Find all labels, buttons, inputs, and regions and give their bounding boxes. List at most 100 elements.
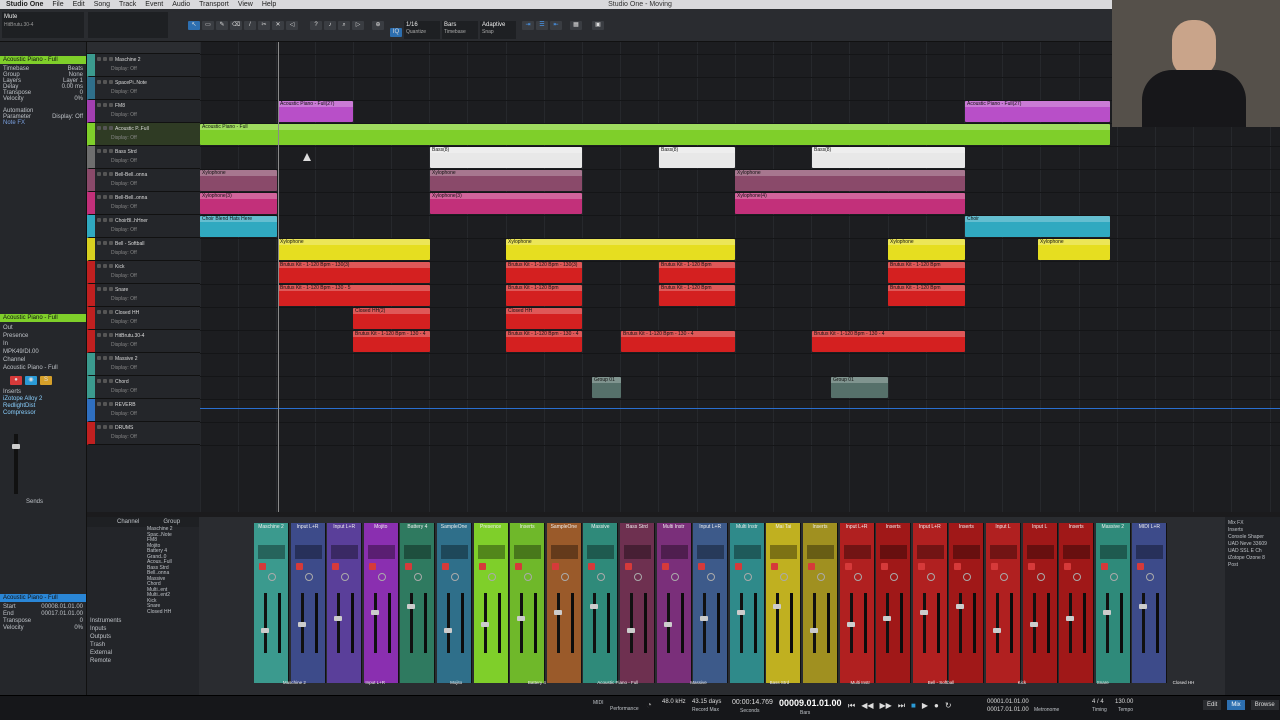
channel-knobs[interactable] — [477, 545, 505, 559]
play-tool-icon[interactable]: ▷ — [352, 21, 364, 30]
solo-button[interactable] — [103, 218, 107, 222]
fader-cap[interactable] — [773, 604, 782, 609]
solo-button[interactable] — [103, 241, 107, 245]
pan-knob[interactable] — [926, 573, 935, 581]
record-button[interactable] — [109, 241, 113, 245]
bend-tool-icon[interactable]: ◁ — [286, 21, 298, 30]
fader-cap[interactable] — [736, 610, 745, 615]
monitor-button[interactable]: ◉ — [25, 376, 37, 385]
mute-button[interactable] — [954, 563, 962, 570]
fader-cap[interactable] — [846, 622, 855, 627]
track-display-mode[interactable]: Display: Off — [111, 319, 137, 325]
event-value[interactable]: 0% — [74, 625, 83, 632]
solo-button[interactable] — [103, 57, 107, 61]
arrangement-clip[interactable]: Brutus Kit - 1-120 Bpm — [888, 262, 965, 283]
record-button[interactable] — [109, 310, 113, 314]
channel-knobs[interactable] — [1026, 545, 1054, 559]
mix-fx-item[interactable]: UAD SSL E Ch — [1228, 548, 1277, 555]
channel-knobs[interactable] — [880, 545, 908, 559]
fader-cap[interactable] — [1029, 622, 1038, 627]
solo-button[interactable] — [103, 195, 107, 199]
pan-knob[interactable] — [963, 573, 972, 581]
channel-knobs[interactable] — [733, 545, 761, 559]
channel-fader[interactable] — [813, 593, 816, 653]
track-display-mode[interactable]: Display: Off — [111, 135, 137, 141]
mute-button[interactable] — [1064, 563, 1072, 570]
fader-cap[interactable] — [883, 616, 892, 621]
arrangement-clip[interactable]: Choir — [965, 216, 1110, 237]
channel-fader[interactable] — [410, 593, 414, 653]
channel-fader[interactable] — [264, 593, 267, 653]
arrangement-clip[interactable]: Brutus Kit - 1-120 Bpm — [659, 262, 735, 283]
mute-button[interactable] — [97, 379, 101, 383]
track-display-mode[interactable]: Display: Off — [111, 296, 137, 302]
solo-button[interactable] — [103, 333, 107, 337]
arrangement-clip[interactable]: Choir Blend Hats Here — [200, 216, 277, 237]
track-header[interactable]: REVERB Display: Off — [87, 399, 200, 422]
arrangement-clip[interactable]: Brutus Kit - 1-120 Bpm - 130 - 4 — [353, 331, 430, 352]
channel-knobs[interactable] — [514, 545, 542, 559]
solo-button[interactable] — [103, 310, 107, 314]
channel-knobs[interactable] — [1063, 545, 1091, 559]
mix-fx-item[interactable]: Post — [1228, 562, 1277, 569]
solo-button[interactable] — [103, 356, 107, 360]
mute-button[interactable] — [478, 563, 486, 570]
track-header[interactable]: SpacePi..Note Display: Off — [87, 77, 200, 100]
pan-knob[interactable] — [1000, 573, 1008, 581]
channel-fader[interactable] — [886, 593, 890, 653]
channel-knobs[interactable] — [624, 545, 651, 559]
channel-fader[interactable] — [996, 593, 999, 653]
track-display-mode[interactable]: Display: Off — [111, 89, 137, 95]
channel-fader[interactable] — [922, 593, 926, 653]
track-header[interactable]: ChoirBl..hHner Display: Off — [87, 215, 200, 238]
record-button[interactable] — [109, 80, 113, 84]
fader-cap[interactable] — [1139, 604, 1148, 609]
channel-fader[interactable] — [1069, 593, 1073, 653]
pan-knob[interactable] — [707, 573, 716, 581]
channel-knobs[interactable] — [843, 545, 871, 559]
solo-button[interactable] — [103, 172, 107, 176]
mute-button[interactable] — [515, 563, 523, 570]
pan-knob[interactable] — [817, 573, 825, 581]
mute-button[interactable] — [881, 563, 889, 570]
arrangement-clip[interactable]: Bass(8) — [430, 147, 582, 168]
channel-knobs[interactable] — [331, 545, 359, 559]
forward-end-icon[interactable]: ⏭ — [898, 701, 905, 711]
fader-cap[interactable] — [480, 622, 489, 627]
right-locator[interactable]: 00017.01.01.00 — [987, 707, 1029, 713]
track-header[interactable]: Acoustic P..Full Display: Off — [87, 123, 200, 146]
solo-button[interactable] — [103, 264, 107, 268]
track-display-mode[interactable]: Display: Off — [111, 66, 137, 72]
arrangement-clip[interactable]: Brutus Kit - 1-120 Bpm — [659, 285, 735, 306]
fader-cap[interactable] — [919, 610, 928, 615]
mute-button[interactable] — [97, 241, 101, 245]
arrangement-clip[interactable]: Group 01 — [592, 377, 621, 398]
arrangement-clip[interactable]: Acoustic Piano - Full — [200, 124, 1110, 145]
fader-cap[interactable] — [810, 628, 818, 633]
metronome-label[interactable]: Metronome — [1034, 707, 1059, 713]
track-header[interactable]: HitBrutu.30-4 Display: Off — [87, 330, 200, 353]
arrangement-clip[interactable]: Xylophone(4) — [735, 193, 965, 214]
pan-knob[interactable] — [780, 573, 789, 581]
note-fx-label[interactable]: Note FX — [3, 120, 83, 126]
channel-knobs[interactable] — [587, 545, 615, 559]
solo-button[interactable] — [103, 80, 107, 84]
mixer-nav-item[interactable]: Inputs — [90, 625, 121, 633]
position-display[interactable]: 00009.01.01.00 — [779, 698, 842, 708]
pan-knob[interactable] — [853, 573, 862, 581]
record-button[interactable] — [109, 379, 113, 383]
channel-fader[interactable] — [630, 593, 633, 653]
inspector-fader[interactable] — [12, 434, 20, 494]
track-display-mode[interactable]: Display: Off — [111, 250, 137, 256]
event-value[interactable]: 00008.01.01.00 — [41, 604, 83, 611]
inspector-value[interactable]: 0% — [74, 96, 83, 102]
arrangement-clip[interactable]: Acoustic Piano - Full(27) — [965, 101, 1110, 122]
channel-knobs[interactable] — [1136, 545, 1164, 559]
track-header[interactable]: Bell - Softball Display: Off — [87, 238, 200, 261]
tab-browse[interactable]: Browse — [1250, 700, 1279, 710]
mixer-nav-item[interactable]: Outputs — [90, 633, 121, 641]
record-button[interactable] — [109, 218, 113, 222]
channel-knobs[interactable] — [1099, 545, 1127, 559]
track-header[interactable]: Bass Strd Display: Off — [87, 146, 200, 169]
mix-fx-item[interactable]: Console Shaper — [1228, 534, 1277, 541]
